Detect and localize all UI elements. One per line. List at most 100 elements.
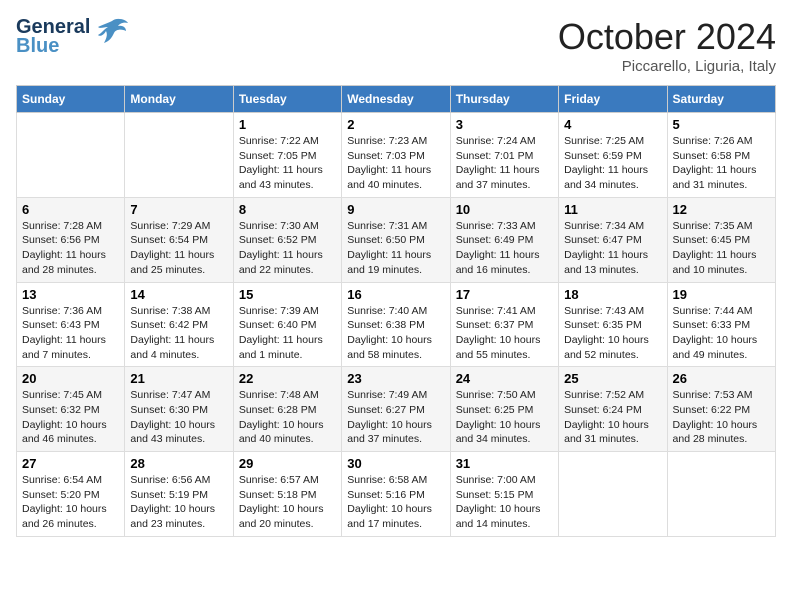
calendar-week-row: 27Sunrise: 6:54 AMSunset: 5:20 PMDayligh… bbox=[17, 452, 776, 537]
day-details: Sunrise: 7:23 AMSunset: 7:03 PMDaylight:… bbox=[347, 134, 444, 193]
calendar-cell: 8Sunrise: 7:30 AMSunset: 6:52 PMDaylight… bbox=[233, 197, 341, 282]
daylight-text: Daylight: 11 hours and 19 minutes. bbox=[347, 248, 444, 277]
daylight-text: Daylight: 11 hours and 28 minutes. bbox=[22, 248, 119, 277]
calendar-cell: 23Sunrise: 7:49 AMSunset: 6:27 PMDayligh… bbox=[342, 367, 450, 452]
sunrise-text: Sunrise: 7:43 AM bbox=[564, 304, 661, 319]
day-number: 12 bbox=[673, 202, 770, 217]
sunrise-text: Sunrise: 7:36 AM bbox=[22, 304, 119, 319]
daylight-text: Daylight: 11 hours and 34 minutes. bbox=[564, 163, 661, 192]
day-number: 11 bbox=[564, 202, 661, 217]
day-number: 25 bbox=[564, 371, 661, 386]
sunrise-text: Sunrise: 7:48 AM bbox=[239, 388, 336, 403]
daylight-text: Daylight: 10 hours and 23 minutes. bbox=[130, 502, 227, 531]
sunset-text: Sunset: 6:32 PM bbox=[22, 403, 119, 418]
calendar-cell: 7Sunrise: 7:29 AMSunset: 6:54 PMDaylight… bbox=[125, 197, 233, 282]
sunset-text: Sunset: 6:38 PM bbox=[347, 318, 444, 333]
daylight-text: Daylight: 10 hours and 37 minutes. bbox=[347, 418, 444, 447]
sunrise-text: Sunrise: 7:35 AM bbox=[673, 219, 770, 234]
calendar-cell: 30Sunrise: 6:58 AMSunset: 5:16 PMDayligh… bbox=[342, 452, 450, 537]
sunset-text: Sunset: 6:22 PM bbox=[673, 403, 770, 418]
month-title: October 2024 bbox=[558, 16, 776, 58]
day-number: 18 bbox=[564, 287, 661, 302]
daylight-text: Daylight: 11 hours and 7 minutes. bbox=[22, 333, 119, 362]
daylight-text: Daylight: 10 hours and 26 minutes. bbox=[22, 502, 119, 531]
daylight-text: Daylight: 10 hours and 52 minutes. bbox=[564, 333, 661, 362]
weekday-header: Thursday bbox=[450, 86, 558, 113]
daylight-text: Daylight: 10 hours and 28 minutes. bbox=[673, 418, 770, 447]
sunset-text: Sunset: 6:35 PM bbox=[564, 318, 661, 333]
day-details: Sunrise: 7:31 AMSunset: 6:50 PMDaylight:… bbox=[347, 219, 444, 278]
calendar-week-row: 1Sunrise: 7:22 AMSunset: 7:05 PMDaylight… bbox=[17, 113, 776, 198]
day-number: 30 bbox=[347, 456, 444, 471]
sunrise-text: Sunrise: 7:38 AM bbox=[130, 304, 227, 319]
sunset-text: Sunset: 6:52 PM bbox=[239, 233, 336, 248]
day-number: 13 bbox=[22, 287, 119, 302]
day-details: Sunrise: 7:53 AMSunset: 6:22 PMDaylight:… bbox=[673, 388, 770, 447]
day-details: Sunrise: 7:35 AMSunset: 6:45 PMDaylight:… bbox=[673, 219, 770, 278]
sunrise-text: Sunrise: 7:53 AM bbox=[673, 388, 770, 403]
daylight-text: Daylight: 11 hours and 13 minutes. bbox=[564, 248, 661, 277]
calendar-cell: 15Sunrise: 7:39 AMSunset: 6:40 PMDayligh… bbox=[233, 282, 341, 367]
day-details: Sunrise: 6:56 AMSunset: 5:19 PMDaylight:… bbox=[130, 473, 227, 532]
calendar-cell: 29Sunrise: 6:57 AMSunset: 5:18 PMDayligh… bbox=[233, 452, 341, 537]
day-details: Sunrise: 7:50 AMSunset: 6:25 PMDaylight:… bbox=[456, 388, 553, 447]
sunrise-text: Sunrise: 7:47 AM bbox=[130, 388, 227, 403]
day-details: Sunrise: 7:52 AMSunset: 6:24 PMDaylight:… bbox=[564, 388, 661, 447]
sunrise-text: Sunrise: 7:31 AM bbox=[347, 219, 444, 234]
daylight-text: Daylight: 11 hours and 16 minutes. bbox=[456, 248, 553, 277]
sunset-text: Sunset: 5:19 PM bbox=[130, 488, 227, 503]
calendar-cell: 6Sunrise: 7:28 AMSunset: 6:56 PMDaylight… bbox=[17, 197, 125, 282]
weekday-header: Monday bbox=[125, 86, 233, 113]
day-details: Sunrise: 7:48 AMSunset: 6:28 PMDaylight:… bbox=[239, 388, 336, 447]
calendar-cell: 18 Sunrise: 7:43 AMSunset: 6:35 PMDayligh… bbox=[559, 282, 667, 367]
sunrise-text: Sunrise: 7:23 AM bbox=[347, 134, 444, 149]
sunrise-text: Sunrise: 7:45 AM bbox=[22, 388, 119, 403]
day-details: Sunrise: 7:29 AMSunset: 6:54 PMDaylight:… bbox=[130, 219, 227, 278]
day-details: Sunrise: 7:26 AMSunset: 6:58 PMDaylight:… bbox=[673, 134, 770, 193]
calendar-cell: 21Sunrise: 7:47 AMSunset: 6:30 PMDayligh… bbox=[125, 367, 233, 452]
calendar-cell: 4Sunrise: 7:25 AMSunset: 6:59 PMDaylight… bbox=[559, 113, 667, 198]
calendar-cell: 5Sunrise: 7:26 AMSunset: 6:58 PMDaylight… bbox=[667, 113, 775, 198]
day-number: 8 bbox=[239, 202, 336, 217]
day-details: Sunrise: 7:39 AMSunset: 6:40 PMDaylight:… bbox=[239, 304, 336, 363]
sunrise-text: Sunrise: 7:29 AM bbox=[130, 219, 227, 234]
calendar-table: SundayMondayTuesdayWednesdayThursdayFrid… bbox=[16, 85, 776, 537]
calendar-cell: 24Sunrise: 7:50 AMSunset: 6:25 PMDayligh… bbox=[450, 367, 558, 452]
sunrise-text: Sunrise: 7:41 AM bbox=[456, 304, 553, 319]
sunrise-text: Sunrise: 6:54 AM bbox=[22, 473, 119, 488]
day-number: 2 bbox=[347, 117, 444, 132]
day-details: Sunrise: 7:40 AMSunset: 6:38 PMDaylight:… bbox=[347, 304, 444, 363]
day-number: 10 bbox=[456, 202, 553, 217]
weekday-header: Tuesday bbox=[233, 86, 341, 113]
daylight-text: Daylight: 10 hours and 20 minutes. bbox=[239, 502, 336, 531]
calendar-cell: 9Sunrise: 7:31 AMSunset: 6:50 PMDaylight… bbox=[342, 197, 450, 282]
sunset-text: Sunset: 6:47 PM bbox=[564, 233, 661, 248]
calendar-cell: 26 Sunrise: 7:53 AMSunset: 6:22 PMDayligh… bbox=[667, 367, 775, 452]
daylight-text: Daylight: 11 hours and 43 minutes. bbox=[239, 163, 336, 192]
sunrise-text: Sunrise: 7:50 AM bbox=[456, 388, 553, 403]
daylight-text: Daylight: 10 hours and 40 minutes. bbox=[239, 418, 336, 447]
calendar-cell: 12 Sunrise: 7:35 AMSunset: 6:45 PMDayligh… bbox=[667, 197, 775, 282]
day-details: Sunrise: 7:38 AMSunset: 6:42 PMDaylight:… bbox=[130, 304, 227, 363]
calendar-cell: 11 Sunrise: 7:34 AMSunset: 6:47 PMDayligh… bbox=[559, 197, 667, 282]
calendar-cell: 13Sunrise: 7:36 AMSunset: 6:43 PMDayligh… bbox=[17, 282, 125, 367]
calendar-week-row: 6Sunrise: 7:28 AMSunset: 6:56 PMDaylight… bbox=[17, 197, 776, 282]
day-number: 26 bbox=[673, 371, 770, 386]
sunset-text: Sunset: 6:50 PM bbox=[347, 233, 444, 248]
sunset-text: Sunset: 6:56 PM bbox=[22, 233, 119, 248]
day-number: 22 bbox=[239, 371, 336, 386]
day-number: 29 bbox=[239, 456, 336, 471]
sunrise-text: Sunrise: 7:26 AM bbox=[673, 134, 770, 149]
sunrise-text: Sunrise: 7:22 AM bbox=[239, 134, 336, 149]
page-header: General Blue October 2024 Piccarello, Li… bbox=[16, 16, 776, 75]
daylight-text: Daylight: 11 hours and 37 minutes. bbox=[456, 163, 553, 192]
calendar-week-row: 13Sunrise: 7:36 AMSunset: 6:43 PMDayligh… bbox=[17, 282, 776, 367]
calendar-cell: 25 Sunrise: 7:52 AMSunset: 6:24 PMDayligh… bbox=[559, 367, 667, 452]
day-details: Sunrise: 7:34 AMSunset: 6:47 PMDaylight:… bbox=[564, 219, 661, 278]
daylight-text: Daylight: 11 hours and 4 minutes. bbox=[130, 333, 227, 362]
sunset-text: Sunset: 6:45 PM bbox=[673, 233, 770, 248]
sunrise-text: Sunrise: 7:40 AM bbox=[347, 304, 444, 319]
calendar-cell: 3Sunrise: 7:24 AMSunset: 7:01 PMDaylight… bbox=[450, 113, 558, 198]
daylight-text: Daylight: 11 hours and 22 minutes. bbox=[239, 248, 336, 277]
sunrise-text: Sunrise: 6:58 AM bbox=[347, 473, 444, 488]
